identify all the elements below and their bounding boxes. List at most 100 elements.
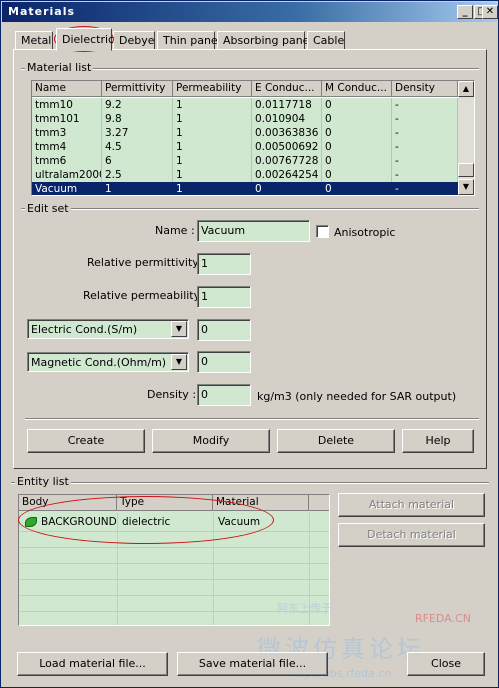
watermark-brand: RFEDA.CN <box>415 612 471 625</box>
grid-line <box>19 531 329 532</box>
anisotropic-label: Anisotropic <box>334 226 396 239</box>
rel-permeability-field[interactable]: 1 <box>197 286 251 308</box>
grid-line <box>19 547 329 548</box>
cell-permeability: 1 <box>173 98 252 112</box>
attach-material-button[interactable]: Attach material <box>338 493 485 517</box>
scroll-thumb[interactable] <box>458 163 474 177</box>
tab-cable[interactable]: Cable <box>307 31 345 50</box>
col-header-permeability[interactable]: Permeability <box>173 81 252 97</box>
cell-e-conduc: 0 <box>252 182 322 195</box>
cell-name: tmm10 <box>32 98 102 112</box>
anisotropic-checkbox[interactable] <box>316 225 329 238</box>
grid-line <box>117 513 118 625</box>
table-row[interactable]: tmm3 3.27 1 0.00363836 0- <box>32 126 458 140</box>
density-unit: kg/m3 (only needed for SAR output) <box>257 390 457 403</box>
cell-e-conduc: 0.00500692 <box>252 140 322 154</box>
cell-m-conduc: 0 <box>322 182 392 195</box>
magnetic-cond-select[interactable]: Magnetic Cond.(Ohm/m) ▼ <box>27 352 189 372</box>
rel-permittivity-field[interactable]: 1 <box>197 253 251 275</box>
cell-permittivity: 6 <box>102 154 173 168</box>
cell-permittivity: 9.8 <box>102 112 173 126</box>
cell-permittivity: 3.27 <box>102 126 173 140</box>
cell-density: - <box>392 126 458 140</box>
cell-permeability: 1 <box>173 126 252 140</box>
grid-line <box>19 595 329 596</box>
cell-e-conduc: 0.0117718 <box>252 98 322 112</box>
cell-density: - <box>392 168 458 182</box>
save-material-file-button[interactable]: Save material file... <box>177 652 328 676</box>
title-bar[interactable]: Materials _ □ <box>2 2 497 22</box>
tab-debye[interactable]: Debye <box>113 31 155 50</box>
table-row[interactable]: Vacuum 1 1 0 0- <box>32 182 458 195</box>
cell-permeability: 1 <box>173 140 252 154</box>
divider <box>25 418 479 420</box>
cell-permittivity: 1 <box>102 182 173 195</box>
close-button[interactable]: Close <box>407 652 485 676</box>
magnetic-cond-field[interactable]: 0 <box>197 351 251 373</box>
edit-set-label: Edit set <box>25 202 71 215</box>
cell-density: - <box>392 112 458 126</box>
name-label: Name : <box>155 224 195 237</box>
electric-cond-select[interactable]: Electric Cond.(S/m) ▼ <box>27 319 189 339</box>
tab-absorbing-panel[interactable]: Absorbing panel <box>217 31 313 50</box>
minimize-button[interactable]: _ <box>457 5 473 19</box>
electric-cond-field[interactable]: 0 <box>197 319 251 341</box>
col-header-name[interactable]: Name <box>32 81 102 97</box>
modify-button[interactable]: Modify <box>152 429 270 453</box>
rel-permittivity-label: Relative permittivity : <box>87 256 206 269</box>
create-button[interactable]: Create <box>27 429 145 453</box>
chevron-down-icon[interactable]: ▼ <box>171 321 187 337</box>
scroll-up-icon[interactable]: ▲ <box>458 81 474 97</box>
cell-e-conduc: 0.010904 <box>252 112 322 126</box>
col-header-density[interactable]: Density <box>392 81 458 97</box>
watermark-text: 阿东上传于 <box>277 602 332 615</box>
col-header-permittivity[interactable]: Permittivity <box>102 81 173 97</box>
cell-name: Vacuum <box>32 182 102 195</box>
table-row[interactable]: tmm10 9.2 1 0.0117718 0- <box>32 98 458 112</box>
tab-metal[interactable]: Metal <box>15 31 53 50</box>
scroll-down-icon[interactable]: ▼ <box>458 179 474 195</box>
table-row[interactable]: tmm6 6 1 0.00767728 0- <box>32 154 458 168</box>
load-material-file-button[interactable]: Load material file... <box>17 652 168 676</box>
delete-button[interactable]: Delete <box>277 429 395 453</box>
detach-material-button[interactable]: Detach material <box>338 523 485 547</box>
col-header-e-conduc[interactable]: E Conduc... <box>252 81 322 97</box>
tab-dielectric[interactable]: Dielectric <box>56 28 114 51</box>
col-header-type[interactable]: Type <box>117 495 213 511</box>
entity-list-label: Entity list <box>15 475 71 488</box>
cell-permittivity: 4.5 <box>102 140 173 154</box>
chevron-down-icon[interactable]: ▼ <box>171 354 187 370</box>
cell-m-conduc: 0 <box>322 154 392 168</box>
table-row[interactable]: tmm101 9.8 1 0.010904 0- <box>32 112 458 126</box>
divider <box>21 208 479 210</box>
cell-m-conduc: 0 <box>322 140 392 154</box>
tab-thin-panel[interactable]: Thin panel <box>157 31 221 50</box>
table-row[interactable]: BACKGROUND dielectric Vacuum <box>19 513 329 531</box>
material-table: Name Permittivity Permeability E Conduc.… <box>31 80 475 196</box>
help-button[interactable]: Help <box>402 429 474 453</box>
cell-m-conduc: 0 <box>322 126 392 140</box>
cell-permeability: 1 <box>173 154 252 168</box>
materials-window: Materials _ □ ✕ Metal Dielectric Debye T… <box>0 0 499 688</box>
name-field[interactable]: Vacuum <box>197 220 310 242</box>
entity-material: Vacuum <box>218 516 261 528</box>
cell-m-conduc: 0 <box>322 98 392 112</box>
table-row[interactable]: tmm4 4.5 1 0.00500692 0- <box>32 140 458 154</box>
cell-name: ultralam2000 <box>32 168 102 182</box>
cell-name: tmm6 <box>32 154 102 168</box>
grid-line <box>19 579 329 580</box>
cell-m-conduc: 0 <box>322 112 392 126</box>
magnetic-cond-value: Magnetic Cond.(Ohm/m) <box>31 356 167 369</box>
material-scrollbar[interactable]: ▲ ▼ <box>458 81 474 195</box>
col-header-material[interactable]: Material <box>213 495 309 511</box>
entity-body: BACKGROUND <box>41 516 117 528</box>
col-header-body[interactable]: Body <box>19 495 117 511</box>
cell-name: tmm101 <box>32 112 102 126</box>
divider <box>11 482 489 484</box>
density-field[interactable]: 0 <box>197 384 251 406</box>
table-row[interactable]: ultralam2000 2.5 1 0.00264254 0- <box>32 168 458 182</box>
col-header-m-conduc[interactable]: M Conduc... <box>322 81 392 97</box>
close-window-button[interactable]: ✕ <box>482 5 498 19</box>
entity-type: dielectric <box>122 516 171 528</box>
cell-density: - <box>392 140 458 154</box>
